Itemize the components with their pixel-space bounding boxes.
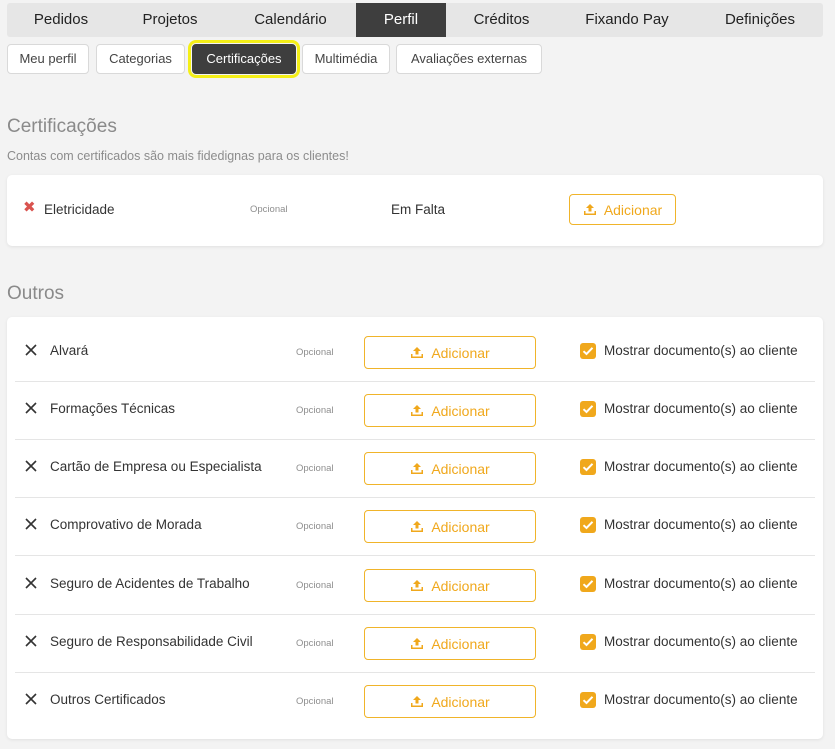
optional-label: Opcional: [296, 521, 334, 532]
certification-row: ✖ Eletricidade Opcional Em Falta Adicion…: [7, 175, 823, 247]
add-button-label: Adicionar: [431, 518, 490, 535]
close-icon: [25, 635, 37, 647]
optional-label: Opcional: [296, 347, 334, 358]
add-button-label: Adicionar: [603, 201, 663, 218]
add-button[interactable]: Adicionar: [364, 510, 536, 543]
optional-label: Opcional: [296, 405, 334, 416]
nav-pedidos[interactable]: Pedidos: [7, 3, 115, 37]
document-name: Formações Técnicas: [50, 401, 176, 416]
checkmark-icon: [582, 696, 594, 705]
optional-label: Opcional: [296, 463, 334, 474]
list-item: Alvará Opcional Adicionar Mostrar docume…: [15, 324, 815, 382]
close-icon: [25, 577, 37, 589]
close-icon: [25, 460, 37, 472]
add-button-label: Adicionar: [431, 635, 490, 652]
certifications-title: Certificações: [7, 116, 117, 137]
nav-creditos[interactable]: Créditos: [446, 3, 557, 37]
show-document-label: Mostrar documento(s) ao cliente: [604, 401, 798, 416]
upload-icon: [411, 405, 424, 416]
nav-definicoes[interactable]: Definições: [697, 3, 823, 37]
certification-name: Eletricidade: [44, 202, 115, 217]
show-document-checkbox[interactable]: [580, 517, 596, 533]
document-name: Outros Certificados: [50, 692, 166, 707]
optional-label: Opcional: [296, 696, 334, 707]
show-document-label: Mostrar documento(s) ao cliente: [604, 576, 798, 591]
certifications-subtitle: Contas com certificados são mais fidedig…: [7, 149, 349, 163]
upload-icon: [411, 580, 424, 591]
add-button[interactable]: Adicionar: [364, 627, 536, 660]
add-button[interactable]: Adicionar: [364, 569, 536, 602]
top-navigation: Pedidos Projetos Calendário Perfil Crédi…: [7, 3, 823, 37]
add-button[interactable]: Adicionar: [364, 685, 536, 718]
upload-icon: [411, 696, 424, 707]
show-document-checkbox[interactable]: [580, 692, 596, 708]
document-name: Cartão de Empresa ou Especialista: [50, 459, 262, 474]
others-title: Outros: [7, 283, 65, 304]
list-item: Cartão de Empresa ou Especialista Opcion…: [15, 440, 815, 498]
upload-icon: [411, 463, 424, 474]
document-name: Comprovativo de Morada: [50, 517, 202, 532]
add-button-label: Adicionar: [431, 402, 490, 419]
others-card: Alvará Opcional Adicionar Mostrar docume…: [7, 317, 823, 739]
close-icon: [25, 402, 37, 414]
show-document-label: Mostrar documento(s) ao cliente: [604, 692, 798, 707]
add-button[interactable]: Adicionar: [569, 194, 676, 225]
add-button-label: Adicionar: [431, 460, 490, 477]
add-button[interactable]: Adicionar: [364, 336, 536, 369]
list-item: Seguro de Responsabilidade Civil Opciona…: [15, 615, 815, 673]
checkmark-icon: [582, 638, 594, 647]
subtab-categorias[interactable]: Categorias: [96, 44, 185, 74]
show-document-checkbox[interactable]: [580, 634, 596, 650]
show-document-label: Mostrar documento(s) ao cliente: [604, 343, 798, 358]
show-document-label: Mostrar documento(s) ao cliente: [604, 634, 798, 649]
close-icon: [25, 693, 37, 705]
add-button-label: Adicionar: [431, 344, 490, 361]
upload-icon: [411, 638, 424, 649]
nav-fixando-pay[interactable]: Fixando Pay: [557, 3, 697, 37]
add-button-label: Adicionar: [431, 577, 490, 594]
nav-projetos[interactable]: Projetos: [115, 3, 225, 37]
show-document-label: Mostrar documento(s) ao cliente: [604, 459, 798, 474]
add-button-label: Adicionar: [431, 693, 490, 710]
close-icon: [25, 344, 37, 356]
checkmark-icon: [582, 521, 594, 530]
optional-label: Opcional: [250, 204, 288, 215]
subtab-meu-perfil[interactable]: Meu perfil: [7, 44, 89, 74]
show-document-checkbox[interactable]: [580, 576, 596, 592]
status-label: Em Falta: [391, 202, 446, 217]
optional-label: Opcional: [296, 580, 334, 591]
checkmark-icon: [582, 347, 594, 356]
checkmark-icon: [582, 580, 594, 589]
show-document-checkbox[interactable]: [580, 401, 596, 417]
upload-icon: [583, 204, 596, 215]
upload-icon: [411, 521, 424, 532]
optional-label: Opcional: [296, 638, 334, 649]
document-name: Alvará: [50, 343, 89, 358]
show-document-checkbox[interactable]: [580, 459, 596, 475]
nav-calendario[interactable]: Calendário: [225, 3, 356, 37]
subtab-multimedia[interactable]: Multimédia: [302, 44, 390, 74]
subtab-avaliacoes-externas[interactable]: Avaliações externas: [396, 44, 542, 74]
list-item: Seguro de Acidentes de Trabalho Opcional…: [15, 557, 815, 615]
certifications-card: ✖ Eletricidade Opcional Em Falta Adicion…: [7, 175, 823, 246]
checkmark-icon: [582, 463, 594, 472]
red-x-icon: ✖: [23, 199, 36, 216]
document-name: Seguro de Responsabilidade Civil: [50, 634, 253, 649]
upload-icon: [411, 347, 424, 358]
show-document-label: Mostrar documento(s) ao cliente: [604, 517, 798, 532]
list-item: Outros Certificados Opcional Adicionar M…: [15, 673, 815, 731]
list-item: Formações Técnicas Opcional Adicionar Mo…: [15, 382, 815, 440]
checkmark-icon: [582, 405, 594, 414]
show-document-checkbox[interactable]: [580, 343, 596, 359]
list-item: Comprovativo de Morada Opcional Adiciona…: [15, 498, 815, 556]
close-icon: [25, 518, 37, 530]
add-button[interactable]: Adicionar: [364, 452, 536, 485]
subtab-certificacoes[interactable]: Certificações: [188, 40, 300, 78]
nav-perfil[interactable]: Perfil: [356, 3, 446, 37]
add-button[interactable]: Adicionar: [364, 394, 536, 427]
document-name: Seguro de Acidentes de Trabalho: [50, 576, 250, 591]
